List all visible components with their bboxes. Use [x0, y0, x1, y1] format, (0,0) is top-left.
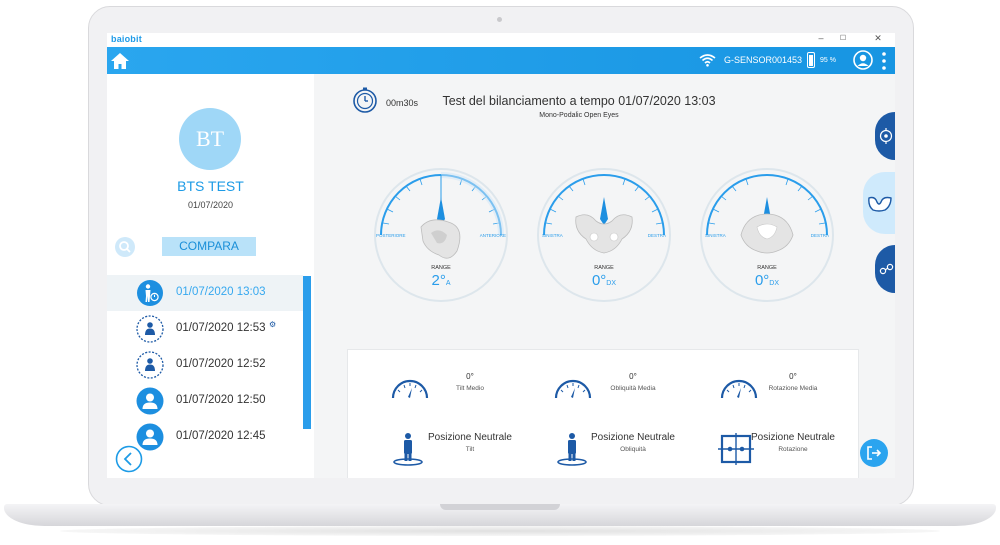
gauge-obliquity: SINISTRA DESTRA RANGE 0°DX	[536, 167, 672, 303]
laptop-shadow	[60, 526, 940, 536]
stopwatch-icon	[353, 87, 377, 113]
top-bar: G-SENSOR001453 95 %	[107, 47, 895, 74]
history-item[interactable]: 01/07/2020 12:53 ⚙	[107, 311, 303, 347]
gauge-rotation: SINISTRA DESTRA RANGE 0°DX	[699, 167, 835, 303]
stat-label: Obliquità Media	[610, 385, 656, 392]
tab-target[interactable]	[875, 112, 895, 160]
gauge-range-value: 0°DX	[591, 272, 617, 289]
exercise-icon	[879, 263, 894, 275]
tilt-mini-gauge-icon	[391, 379, 429, 399]
exit-button[interactable]	[860, 439, 888, 467]
rotation-neutral-icon	[718, 433, 754, 465]
tab-pelvis[interactable]	[863, 172, 895, 234]
history-item-label: 01/07/2020 12:52	[176, 358, 266, 370]
window-titlebar: baiobit – ☐ ✕	[107, 33, 895, 47]
neutral-title: Posizione Neutrale	[591, 432, 675, 443]
history-item-label: 01/07/2020 12:45	[176, 430, 266, 442]
laptop-camera	[497, 17, 502, 22]
maximize-button[interactable]: ☐	[836, 34, 850, 42]
sensor-id: G-SENSOR001453	[724, 55, 803, 65]
battery-icon	[807, 52, 815, 68]
gauge-left-label: POSTERIORE	[376, 233, 406, 238]
patient-date: 01/07/2020	[187, 200, 234, 210]
patient-sidebar: BT BTS TEST 01/07/2020 COMPARA 01/07/202…	[107, 74, 314, 478]
history-item-label: 01/07/2020 12:53	[176, 322, 266, 334]
gauge-left-label: SINISTRA	[542, 233, 563, 238]
stat-value: 0°	[466, 372, 474, 381]
gauge-left-label: SINISTRA	[705, 233, 726, 238]
neutral-title: Posizione Neutrale	[428, 432, 512, 443]
neutral-title: Posizione Neutrale	[751, 432, 835, 443]
patient-avatar: BT	[179, 108, 241, 170]
back-button[interactable]	[115, 445, 143, 473]
history-scrollbar[interactable]	[303, 276, 311, 429]
gauge-range-label: RANGE	[757, 265, 777, 271]
results-panel: 0° Tilt Medio 0° Obliquità Media 0° Rota…	[347, 349, 859, 478]
wifi-icon	[699, 54, 716, 67]
test-title: Test del bilanciamento a tempo 01/07/202…	[442, 94, 716, 108]
laptop-base-notch	[440, 504, 560, 510]
timer-person-icon	[137, 280, 163, 306]
test-subtitle: Mono-Podalic Open Eyes	[539, 112, 619, 119]
more-menu-icon[interactable]	[882, 51, 886, 71]
compare-button[interactable]: COMPARA	[162, 237, 256, 256]
close-button[interactable]: ✕	[871, 33, 885, 44]
target-icon	[879, 128, 893, 144]
home-icon[interactable]	[110, 51, 130, 71]
tilt-neutral-icon	[393, 433, 423, 466]
gauge-range-value: 2°A	[431, 272, 451, 289]
timer-value: 00m30s	[386, 98, 419, 108]
neutral-sub: Tilt	[465, 446, 475, 453]
stat-label: Rotazione Media	[768, 385, 818, 392]
patient-name: BTS TEST	[177, 178, 244, 194]
gauge-tilt: POSTERIORE ANTERIORE RANGE 2°A	[373, 167, 509, 303]
search-button[interactable]	[115, 237, 135, 257]
neutral-sub: Rotazione	[778, 446, 808, 453]
tab-exercise[interactable]	[875, 245, 895, 293]
obliquity-neutral-icon	[557, 433, 587, 466]
brand-logo: baiobit	[111, 34, 142, 44]
minimize-button[interactable]: –	[814, 33, 828, 43]
gauge-right-label: DESTRA	[810, 233, 829, 238]
stat-label: Tilt Medio	[456, 385, 484, 392]
battery-percent: 95 %	[820, 57, 836, 64]
gauge-range-label: RANGE	[431, 265, 451, 271]
history-item[interactable]: 01/07/2020 12:52	[107, 347, 303, 383]
gauge-range-value: 0°DX	[754, 272, 780, 289]
pelvis-icon	[868, 196, 892, 212]
history-item[interactable]: 01/07/2020 13:03	[107, 275, 303, 311]
gauge-right-label: DESTRA	[647, 233, 666, 238]
history-item[interactable]: 01/07/2020 12:50	[107, 383, 303, 419]
person-icon	[136, 315, 164, 343]
history-item-label: 01/07/2020 12:50	[176, 394, 266, 406]
stat-value: 0°	[789, 372, 797, 381]
logout-icon	[867, 446, 882, 460]
gauge-range-label: RANGE	[594, 265, 614, 271]
stat-value: 0°	[629, 372, 637, 381]
app-screen: baiobit – ☐ ✕ G-SENSOR001453 95 % BT BTS…	[107, 33, 895, 478]
history-item-label: 01/07/2020 13:03	[176, 286, 266, 298]
history-badge-icon: ⚙	[269, 320, 277, 329]
neutral-sub: Obliquità	[620, 446, 646, 453]
user-account-icon[interactable]	[853, 50, 873, 70]
search-icon	[119, 241, 131, 253]
person-icon	[136, 351, 164, 379]
person-filled-icon	[136, 387, 164, 415]
obliquity-mini-gauge-icon	[554, 379, 592, 399]
gauge-right-label: ANTERIORE	[479, 233, 506, 238]
